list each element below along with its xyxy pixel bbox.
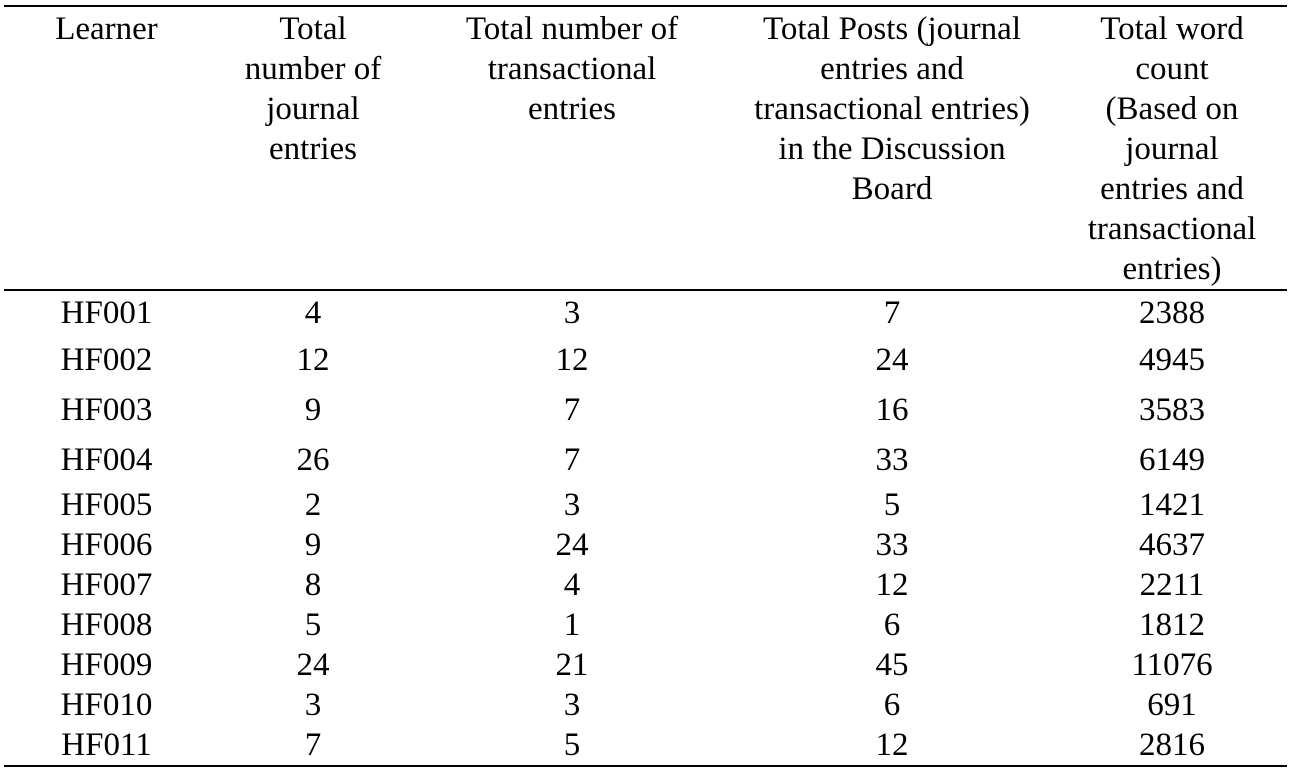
header-line: in the Discussion <box>778 131 1006 167</box>
cell-learner: HF003 <box>60 392 153 428</box>
cell-transactional-entries: 5 <box>563 727 581 763</box>
cell-word-count: 3583 <box>1139 392 1205 428</box>
header-line: Total Posts (journal <box>762 11 1021 47</box>
table-row: HF007 8 4 12 2211 <box>4 565 1287 605</box>
cell-learner: HF011 <box>61 727 152 763</box>
header-line: Board <box>851 171 933 207</box>
header-total-word-count: Total word count (Based on journal entri… <box>1057 6 1287 290</box>
cell-total-posts: 6 <box>883 687 901 723</box>
header-line: journal <box>266 91 360 127</box>
cell-journal-entries: 9 <box>304 392 322 428</box>
header-learner: Learner <box>4 6 209 290</box>
header-row: Learner Total number of journal entries … <box>4 6 1287 290</box>
cell-word-count: 1421 <box>1139 487 1205 523</box>
header-line: entries <box>528 91 616 127</box>
cell-word-count: 4945 <box>1139 342 1205 378</box>
cell-transactional-entries: 7 <box>563 392 581 428</box>
table-row: HF001 4 3 7 2388 <box>4 290 1287 335</box>
cell-learner: HF007 <box>60 567 153 603</box>
cell-word-count: 6149 <box>1139 442 1205 478</box>
cell-learner: HF005 <box>60 487 153 523</box>
cell-journal-entries: 4 <box>304 295 322 331</box>
cell-journal-entries: 9 <box>304 527 322 563</box>
cell-total-posts: 6 <box>883 607 901 643</box>
table-row: HF008 5 1 6 1812 <box>4 605 1287 645</box>
cell-journal-entries: 24 <box>296 647 330 683</box>
cell-transactional-entries: 3 <box>563 687 581 723</box>
cell-total-posts: 7 <box>883 295 901 331</box>
header-line: entries and <box>1100 171 1244 207</box>
header-line: number of <box>244 51 382 87</box>
cell-journal-entries: 12 <box>296 342 330 378</box>
cell-transactional-entries: 4 <box>563 567 581 603</box>
header-line: (Based on <box>1105 91 1239 127</box>
cell-journal-entries: 3 <box>304 687 322 723</box>
cell-total-posts: 24 <box>875 342 909 378</box>
learner-posts-table-container: Learner Total number of journal entries … <box>4 5 1287 767</box>
header-line: count <box>1135 51 1209 87</box>
cell-total-posts: 33 <box>875 527 909 563</box>
cell-word-count: 2816 <box>1139 727 1205 763</box>
cell-total-posts: 12 <box>875 567 909 603</box>
cell-transactional-entries: 24 <box>555 527 589 563</box>
cell-journal-entries: 7 <box>304 727 322 763</box>
cell-learner: HF004 <box>60 442 153 478</box>
cell-total-posts: 16 <box>875 392 909 428</box>
cell-transactional-entries: 21 <box>555 647 589 683</box>
cell-transactional-entries: 7 <box>563 442 581 478</box>
cell-word-count: 2388 <box>1139 295 1205 331</box>
header-line: transactional <box>1087 211 1257 247</box>
cell-journal-entries: 2 <box>304 487 322 523</box>
cell-journal-entries: 8 <box>304 567 322 603</box>
table-row: HF011 7 5 12 2816 <box>4 725 1287 766</box>
header-line: Total number of <box>465 11 679 47</box>
table-row: HF009 24 21 45 11076 <box>4 645 1287 685</box>
cell-transactional-entries: 3 <box>563 487 581 523</box>
header-total-posts: Total Posts (journal entries and transac… <box>727 6 1057 290</box>
cell-learner: HF008 <box>60 607 153 643</box>
header-line: transactional <box>487 51 657 87</box>
cell-learner: HF009 <box>60 647 153 683</box>
header-line: Learner <box>55 11 158 47</box>
cell-total-posts: 45 <box>875 647 909 683</box>
table-body: HF001 4 3 7 2388 HF002 12 12 24 4945 HF0… <box>4 290 1287 766</box>
table-row: HF005 2 3 5 1421 <box>4 485 1287 525</box>
table-row: HF010 3 3 6 691 <box>4 685 1287 725</box>
cell-transactional-entries: 1 <box>563 607 581 643</box>
table-row: HF003 9 7 16 3583 <box>4 385 1287 435</box>
cell-learner: HF010 <box>60 687 153 723</box>
header-line: entries) <box>1122 251 1222 287</box>
table-row: HF006 9 24 33 4637 <box>4 525 1287 565</box>
cell-word-count: 691 <box>1147 687 1197 723</box>
header-line: entries <box>269 131 357 167</box>
cell-transactional-entries: 3 <box>563 295 581 331</box>
cell-word-count: 11076 <box>1131 647 1213 683</box>
cell-word-count: 2211 <box>1139 567 1205 603</box>
cell-total-posts: 12 <box>875 727 909 763</box>
table-row: HF002 12 12 24 4945 <box>4 335 1287 385</box>
header-transactional-entries: Total number of transactional entries <box>417 6 727 290</box>
header-line: journal <box>1125 131 1219 167</box>
header-line: Total word <box>1100 11 1244 47</box>
table-row: HF004 26 7 33 6149 <box>4 435 1287 485</box>
cell-total-posts: 33 <box>875 442 909 478</box>
cell-word-count: 4637 <box>1139 527 1205 563</box>
header-line: entries and <box>820 51 964 87</box>
header-line: Total <box>279 11 347 47</box>
table-header: Learner Total number of journal entries … <box>4 6 1287 290</box>
cell-journal-entries: 5 <box>304 607 322 643</box>
cell-learner: HF001 <box>60 295 153 331</box>
cell-transactional-entries: 12 <box>555 342 589 378</box>
header-journal-entries: Total number of journal entries <box>209 6 417 290</box>
header-line: transactional entries) <box>754 91 1030 127</box>
cell-learner: HF006 <box>60 527 153 563</box>
cell-learner: HF002 <box>60 342 153 378</box>
cell-total-posts: 5 <box>883 487 901 523</box>
learner-posts-table: Learner Total number of journal entries … <box>4 5 1287 767</box>
cell-word-count: 1812 <box>1139 607 1205 643</box>
cell-journal-entries: 26 <box>296 442 330 478</box>
